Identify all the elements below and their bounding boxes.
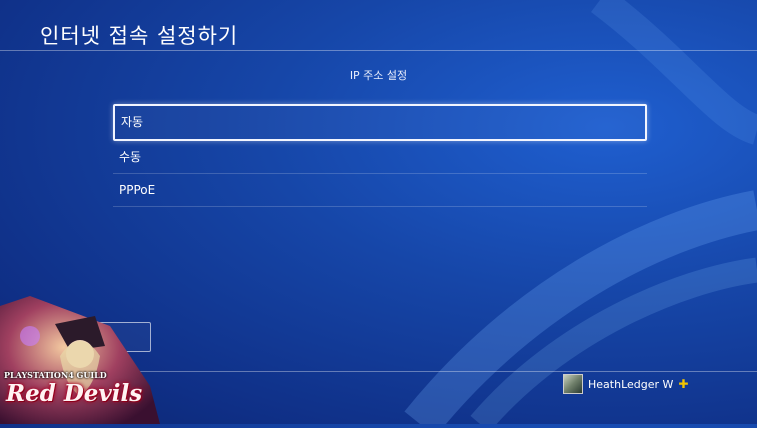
menu-item-auto[interactable]: 자동	[113, 104, 647, 141]
menu-item-pppoe[interactable]: PPPoE	[113, 174, 647, 207]
user-name: HeathLedger W	[588, 377, 674, 391]
menu-item-manual[interactable]: 수동	[113, 141, 647, 174]
ps-plus-icon: ✚	[678, 377, 689, 391]
ip-setting-menu: 자동 수동 PPPoE	[113, 104, 647, 207]
guild-watermark: PLAYSTATION4 GUILD Red Devils	[0, 296, 160, 424]
page-title: 인터넷 접속 설정하기	[40, 24, 239, 48]
menu-item-label: 자동	[121, 115, 144, 129]
menu-item-label: 수동	[119, 150, 142, 164]
menu-item-label: PPPoE	[119, 183, 156, 197]
avatar	[563, 374, 583, 394]
header-divider	[0, 50, 757, 51]
guild-line2: Red Devils	[6, 380, 143, 407]
section-subtitle: IP 주소 설정	[349, 69, 408, 82]
user-badge: HeathLedger W ✚	[563, 374, 688, 394]
guild-line1: PLAYSTATION4 GUILD	[4, 370, 107, 380]
